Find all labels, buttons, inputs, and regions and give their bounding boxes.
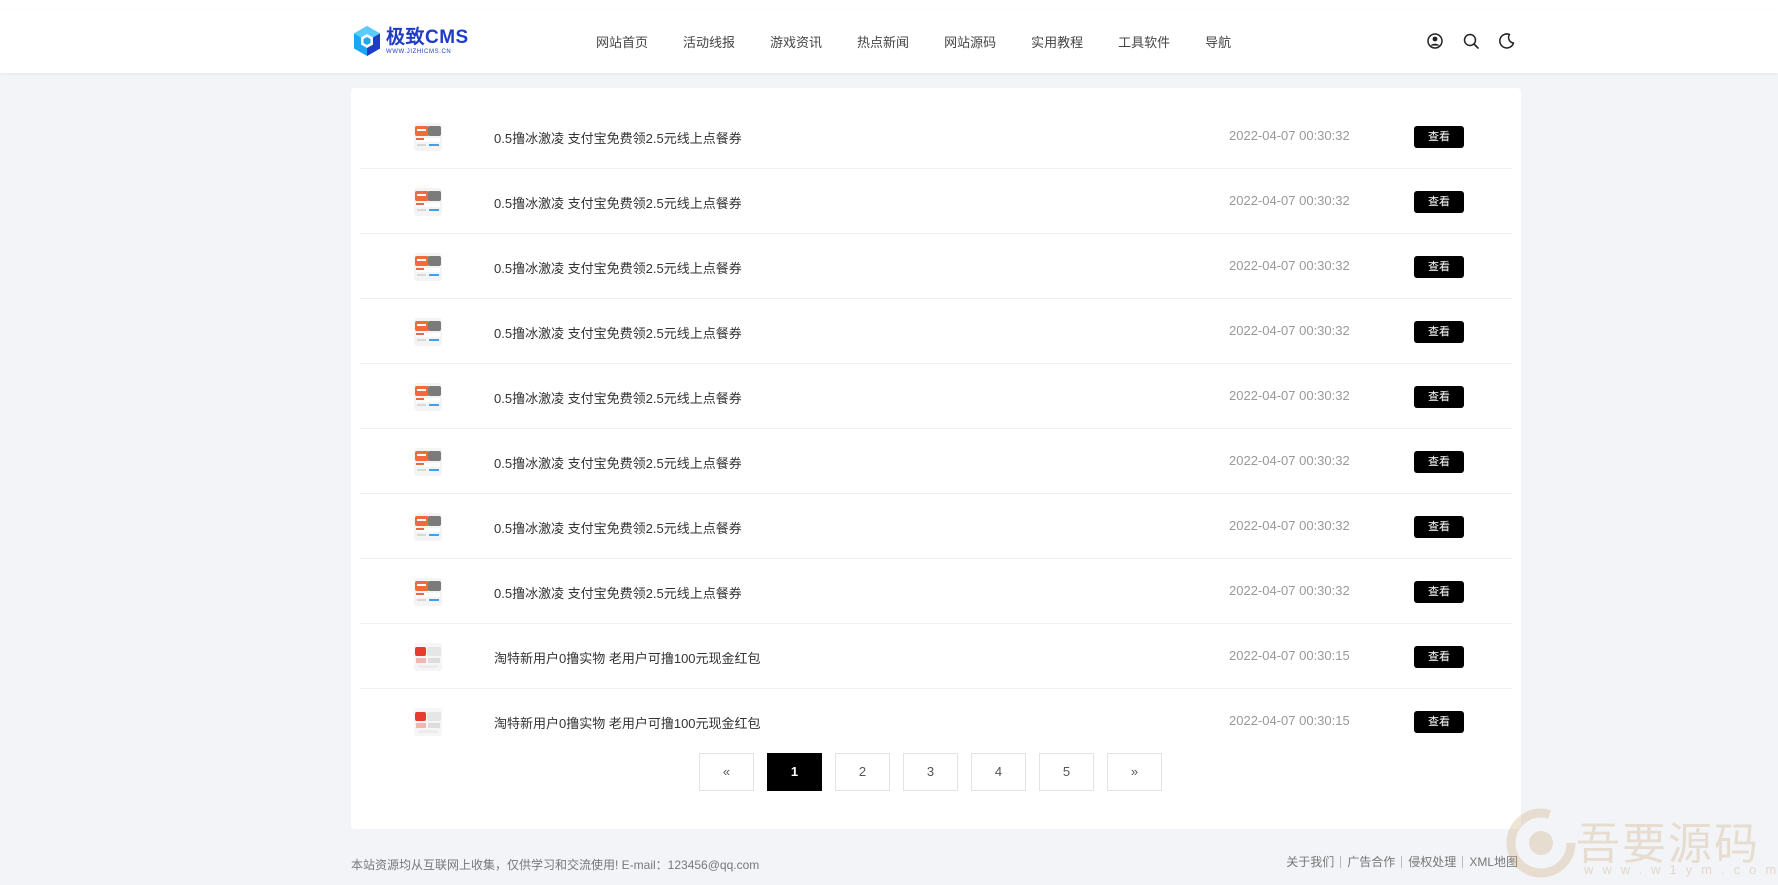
- list-item: 淘特新用户0撸实物 老用户可撸100元现金红包 2022-04-07 00:30:…: [360, 624, 1512, 689]
- list-item: 0.5撸冰激凌 支付宝免费领2.5元线上点餐券 2022-04-07 00:30:…: [360, 429, 1512, 494]
- thumbnail-image-icon: [414, 253, 442, 281]
- list-item-thumbnail[interactable]: [414, 383, 442, 411]
- list-item-thumbnail[interactable]: [414, 643, 442, 671]
- nav-item-game-news[interactable]: 游戏资讯: [770, 32, 822, 51]
- list-item-time: 2022-04-07 00:30:32: [1229, 258, 1350, 273]
- list-item-title[interactable]: 0.5撸冰激凌 支付宝免费领2.5元线上点餐券: [494, 388, 742, 407]
- thumbnail-image-icon: [414, 448, 442, 476]
- list-item-thumbnail[interactable]: [414, 708, 442, 736]
- nav-item-tools[interactable]: 工具软件: [1118, 32, 1170, 51]
- view-button[interactable]: 查看: [1414, 646, 1464, 668]
- view-button[interactable]: 查看: [1414, 451, 1464, 473]
- page-1-button[interactable]: 1: [767, 753, 822, 791]
- list-item-thumbnail[interactable]: [414, 253, 442, 281]
- moon-icon[interactable]: [1498, 32, 1516, 50]
- view-button[interactable]: 查看: [1414, 386, 1464, 408]
- user-circle-icon[interactable]: [1426, 32, 1444, 50]
- nav-item-source-code[interactable]: 网站源码: [944, 32, 996, 51]
- thumbnail-image-icon: [414, 123, 442, 151]
- footer-links: 关于我们 广告合作 侵权处理 XML地图: [1286, 856, 1518, 868]
- page-5-button[interactable]: 5: [1039, 753, 1094, 791]
- cube-logo-icon: [354, 26, 380, 56]
- list-item-time: 2022-04-07 00:30:32: [1229, 388, 1350, 403]
- logo-title: 极致CMS: [386, 26, 469, 48]
- list-item-title[interactable]: 0.5撸冰激凌 支付宝免费领2.5元线上点餐券: [494, 323, 742, 342]
- list-item-time: 2022-04-07 00:30:32: [1229, 583, 1350, 598]
- list-item-time: 2022-04-07 00:30:15: [1229, 713, 1350, 728]
- main-nav: 网站首页 活动线报 游戏资讯 热点新闻 网站源码 实用教程 工具软件 导航: [596, 10, 1231, 73]
- thumbnail-image-icon: [414, 188, 442, 216]
- list-item-time: 2022-04-07 00:30:32: [1229, 193, 1350, 208]
- search-icon[interactable]: [1462, 32, 1480, 50]
- page-4-button[interactable]: 4: [971, 753, 1026, 791]
- site-logo[interactable]: 极致CMS WWW.JIZHICMS.CN: [352, 21, 469, 61]
- pagination: « 1 2 3 4 5 »: [699, 753, 1162, 791]
- watermark-text: 吾要源码: [1576, 819, 1760, 870]
- nav-item-navigation[interactable]: 导航: [1205, 32, 1231, 51]
- list-item: 0.5撸冰激凌 支付宝免费领2.5元线上点餐券 2022-04-07 00:30:…: [360, 494, 1512, 559]
- page-2-button[interactable]: 2: [835, 753, 890, 791]
- watermark-url: www.w1ym.com: [1584, 862, 1778, 877]
- view-button[interactable]: 查看: [1414, 256, 1464, 278]
- list-item-thumbnail[interactable]: [414, 513, 442, 541]
- list-item-thumbnail[interactable]: [414, 318, 442, 346]
- list-item-title[interactable]: 淘特新用户0撸实物 老用户可撸100元现金红包: [494, 713, 761, 732]
- footer-link-about[interactable]: 关于我们: [1286, 856, 1340, 868]
- list-item-thumbnail[interactable]: [414, 123, 442, 151]
- nav-item-deals[interactable]: 活动线报: [683, 32, 735, 51]
- page-prev-button[interactable]: «: [699, 753, 754, 791]
- list-item: 0.5撸冰激凌 支付宝免费领2.5元线上点餐券 2022-04-07 00:30:…: [360, 559, 1512, 624]
- list-item: 0.5撸冰激凌 支付宝免费领2.5元线上点餐券 2022-04-07 00:30:…: [360, 169, 1512, 234]
- thumbnail-image-icon: [414, 383, 442, 411]
- list-item: 0.5撸冰激凌 支付宝免费领2.5元线上点餐券 2022-04-07 00:30:…: [360, 364, 1512, 429]
- list-item: 0.5撸冰激凌 支付宝免费领2.5元线上点餐券 2022-04-07 00:30:…: [360, 299, 1512, 364]
- nav-item-home[interactable]: 网站首页: [596, 32, 648, 51]
- footer-link-ads[interactable]: 广告合作: [1340, 856, 1401, 868]
- list-item-title[interactable]: 0.5撸冰激凌 支付宝免费领2.5元线上点餐券: [494, 583, 742, 602]
- list-item-title[interactable]: 淘特新用户0撸实物 老用户可撸100元现金红包: [494, 648, 761, 667]
- footer-copyright: 本站资源均从互联网上收集，仅供学习和交流使用! E-mail：123456@qq…: [351, 858, 760, 872]
- list-item-time: 2022-04-07 00:30:32: [1229, 453, 1350, 468]
- list-item-title[interactable]: 0.5撸冰激凌 支付宝免费领2.5元线上点餐券: [494, 258, 742, 277]
- page-3-button[interactable]: 3: [903, 753, 958, 791]
- list-item-time: 2022-04-07 00:30:32: [1229, 128, 1350, 143]
- page-next-button[interactable]: »: [1107, 753, 1162, 791]
- nav-item-tutorials[interactable]: 实用教程: [1031, 32, 1083, 51]
- list-item-title[interactable]: 0.5撸冰激凌 支付宝免费领2.5元线上点餐券: [494, 518, 742, 537]
- view-button[interactable]: 查看: [1414, 321, 1464, 343]
- view-button[interactable]: 查看: [1414, 126, 1464, 148]
- watermark: 吾要源码 www.w1ym.com: [1502, 804, 1776, 884]
- thumbnail-image-icon: [414, 513, 442, 541]
- view-button[interactable]: 查看: [1414, 711, 1464, 733]
- list-item-thumbnail[interactable]: [414, 448, 442, 476]
- thumbnail-image-icon: [414, 708, 442, 736]
- content-panel: 0.5撸冰激凌 支付宝免费领2.5元线上点餐券 2022-04-07 00:30:…: [351, 88, 1521, 829]
- footer-link-infringement[interactable]: 侵权处理: [1401, 856, 1462, 868]
- list-item-time: 2022-04-07 00:30:15: [1229, 648, 1350, 663]
- nav-item-hot-news[interactable]: 热点新闻: [857, 32, 909, 51]
- view-button[interactable]: 查看: [1414, 581, 1464, 603]
- list-item: 0.5撸冰激凌 支付宝免费领2.5元线上点餐券 2022-04-07 00:30:…: [360, 104, 1512, 169]
- view-button[interactable]: 查看: [1414, 191, 1464, 213]
- list-item-title[interactable]: 0.5撸冰激凌 支付宝免费领2.5元线上点餐券: [494, 128, 742, 147]
- thumbnail-image-icon: [414, 578, 442, 606]
- header-actions: [1426, 32, 1516, 50]
- list-item: 淘特新用户0撸实物 老用户可撸100元现金红包 2022-04-07 00:30:…: [360, 689, 1512, 753]
- list-item-time: 2022-04-07 00:30:32: [1229, 323, 1350, 338]
- thumbnail-image-icon: [414, 643, 442, 671]
- article-list: 0.5撸冰激凌 支付宝免费领2.5元线上点餐券 2022-04-07 00:30:…: [360, 104, 1512, 753]
- view-button[interactable]: 查看: [1414, 516, 1464, 538]
- footer-link-sitemap[interactable]: XML地图: [1462, 856, 1518, 868]
- list-item-thumbnail[interactable]: [414, 578, 442, 606]
- thumbnail-image-icon: [414, 318, 442, 346]
- list-item-thumbnail[interactable]: [414, 188, 442, 216]
- logo-subtitle: WWW.JIZHICMS.CN: [386, 48, 452, 55]
- list-item-title[interactable]: 0.5撸冰激凌 支付宝免费领2.5元线上点餐券: [494, 193, 742, 212]
- list-item-time: 2022-04-07 00:30:32: [1229, 518, 1350, 533]
- list-item-title[interactable]: 0.5撸冰激凌 支付宝免费领2.5元线上点餐券: [494, 453, 742, 472]
- list-item: 0.5撸冰激凌 支付宝免费领2.5元线上点餐券 2022-04-07 00:30:…: [360, 234, 1512, 299]
- site-header: 极致CMS WWW.JIZHICMS.CN 网站首页 活动线报 游戏资讯 热点新…: [0, 10, 1778, 73]
